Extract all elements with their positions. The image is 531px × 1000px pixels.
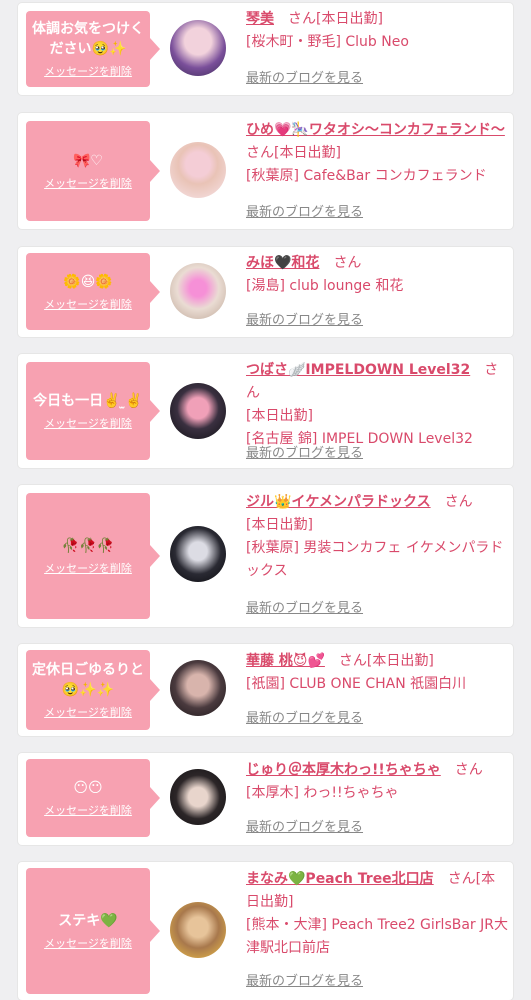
message-card: 😶😶 メッセージを削除 じゅり＠本厚木わっ!!ちゃちゃ さん [本厚木] わっ!… [18, 753, 513, 845]
name-suffix: さん [444, 494, 473, 510]
message-bubble: ステキ💚 メッセージを削除 [26, 868, 160, 994]
delete-message-link[interactable]: メッセージを削除 [44, 937, 132, 951]
message-bubble: 🎀♡ メッセージを削除 [26, 121, 160, 221]
avatar[interactable] [170, 660, 226, 716]
message-bubble: 定休日ごゆるりと🥹✨✨ メッセージを削除 [26, 650, 160, 730]
message-text: 今日も一日✌️ ̫✌️ [33, 393, 143, 409]
avatar[interactable] [170, 902, 226, 958]
avatar[interactable] [170, 526, 226, 582]
message-bubble: 😶😶 メッセージを削除 [26, 759, 160, 837]
message-card: 今日も一日✌️ ̫✌️ メッセージを削除 つばさ🪽IMPELDOWN Level… [18, 354, 513, 468]
cast-name-link[interactable]: ひめ💗🎠ワタオシ〜コンカフェランド〜 [246, 122, 505, 138]
name-suffix: さん [333, 255, 362, 271]
delete-message-link[interactable]: メッセージを削除 [44, 804, 132, 818]
delete-message-link[interactable]: メッセージを削除 [44, 65, 132, 79]
name-suffix: さん[本日出勤] [288, 11, 383, 27]
message-bubble: 🥀🥀🥀 メッセージを削除 [26, 493, 160, 619]
delete-message-link[interactable]: メッセージを削除 [44, 177, 132, 191]
message-text: 🎀♡ [73, 153, 103, 169]
message-bubble: 今日も一日✌️ ̫✌️ メッセージを削除 [26, 362, 160, 460]
delete-message-link[interactable]: メッセージを削除 [44, 417, 132, 431]
message-text: 定休日ごゆるりと🥹✨✨ [32, 662, 144, 698]
delete-message-link[interactable]: メッセージを削除 [44, 298, 132, 312]
message-card: 定休日ごゆるりと🥹✨✨ メッセージを削除 華藤 桃😈💕 さん[本日出勤] [祇園… [18, 644, 513, 736]
shop-text: [熊本・大津] Peach Tree2 GirlsBar JR大津駅北口前店 [246, 917, 508, 956]
latest-blog-link[interactable]: 最新のブログを見る [246, 67, 363, 86]
message-text: ステキ💚 [58, 913, 118, 929]
message-text: 体調お気をつけください🥹✨ [32, 21, 144, 57]
avatar[interactable] [170, 383, 226, 439]
message-card: 🌼😆🌼 メッセージを削除 みほ🖤和花 さん [湯島] club lounge 和… [18, 247, 513, 337]
message-text: 😶😶 [73, 780, 103, 796]
cast-name-link[interactable]: 華藤 桃😈💕 [246, 653, 325, 669]
message-bubble: 体調お気をつけください🥹✨ メッセージを削除 [26, 11, 160, 87]
message-text: 🌼😆🌼 [63, 273, 113, 290]
message-text: 🥀🥀🥀 [61, 538, 115, 554]
latest-blog-link[interactable]: 最新のブログを見る [246, 201, 363, 220]
cast-name-link[interactable]: じゅり＠本厚木わっ!!ちゃちゃ [246, 762, 441, 778]
shop-text: [桜木町・野毛] Club Neo [246, 34, 409, 50]
avatar[interactable] [170, 20, 226, 76]
name-suffix: さん[本日出勤] [338, 653, 434, 669]
delete-message-link[interactable]: メッセージを削除 [44, 562, 132, 576]
message-card: ステキ💚 メッセージを削除 まなみ💚Peach Tree北口店 さん[本日出勤]… [18, 862, 513, 1000]
message-bubble: 🌼😆🌼 メッセージを削除 [26, 253, 160, 330]
cast-name-link[interactable]: つばさ🪽IMPELDOWN Level32 [246, 362, 470, 378]
shop-text: [秋葉原] Cafe&Bar コンカフェランド [246, 168, 487, 184]
shop-text: [本日出勤] [246, 408, 313, 424]
latest-blog-link[interactable]: 最新のブログを見る [246, 597, 363, 616]
message-card: 体調お気をつけください🥹✨ メッセージを削除 琴美 さん[本日出勤] [桜木町・… [18, 3, 513, 95]
delete-message-link[interactable]: メッセージを削除 [44, 706, 132, 720]
cast-name-link[interactable]: まなみ💚Peach Tree北口店 [246, 871, 434, 887]
shop-text: [湯島] club lounge 和花 [246, 278, 404, 294]
name-suffix: さん[本日出勤] [246, 145, 341, 161]
message-card: 🎀♡ メッセージを削除 ひめ💗🎠ワタオシ〜コンカフェランド〜 さん[本日出勤] … [18, 113, 513, 229]
avatar[interactable] [170, 142, 226, 198]
latest-blog-link[interactable]: 最新のブログを見る [246, 816, 363, 835]
shop-text: [本日出勤] [246, 517, 313, 533]
cast-name-link[interactable]: 琴美 [246, 11, 274, 27]
latest-blog-link[interactable]: 最新のブログを見る [246, 442, 363, 461]
avatar[interactable] [170, 263, 226, 319]
latest-blog-link[interactable]: 最新のブログを見る [246, 707, 363, 726]
shop-text: [本厚木] わっ!!ちゃちゃ [246, 785, 399, 801]
latest-blog-link[interactable]: 最新のブログを見る [246, 970, 363, 989]
message-card: 🥀🥀🥀 メッセージを削除 ジル👑イケメンパラドックス さん [本日出勤] [秋葉… [18, 485, 513, 627]
name-suffix: さん [454, 762, 483, 778]
cast-name-link[interactable]: みほ🖤和花 [246, 255, 319, 271]
latest-blog-link[interactable]: 最新のブログを見る [246, 309, 363, 328]
cast-name-link[interactable]: ジル👑イケメンパラドックス [246, 494, 431, 510]
shop-text: [祇園] CLUB ONE CHAN 祇園白川 [246, 676, 467, 692]
shop-text: [秋葉原] 男装コンカフェ イケメンパラドックス [246, 540, 504, 579]
avatar[interactable] [170, 769, 226, 825]
